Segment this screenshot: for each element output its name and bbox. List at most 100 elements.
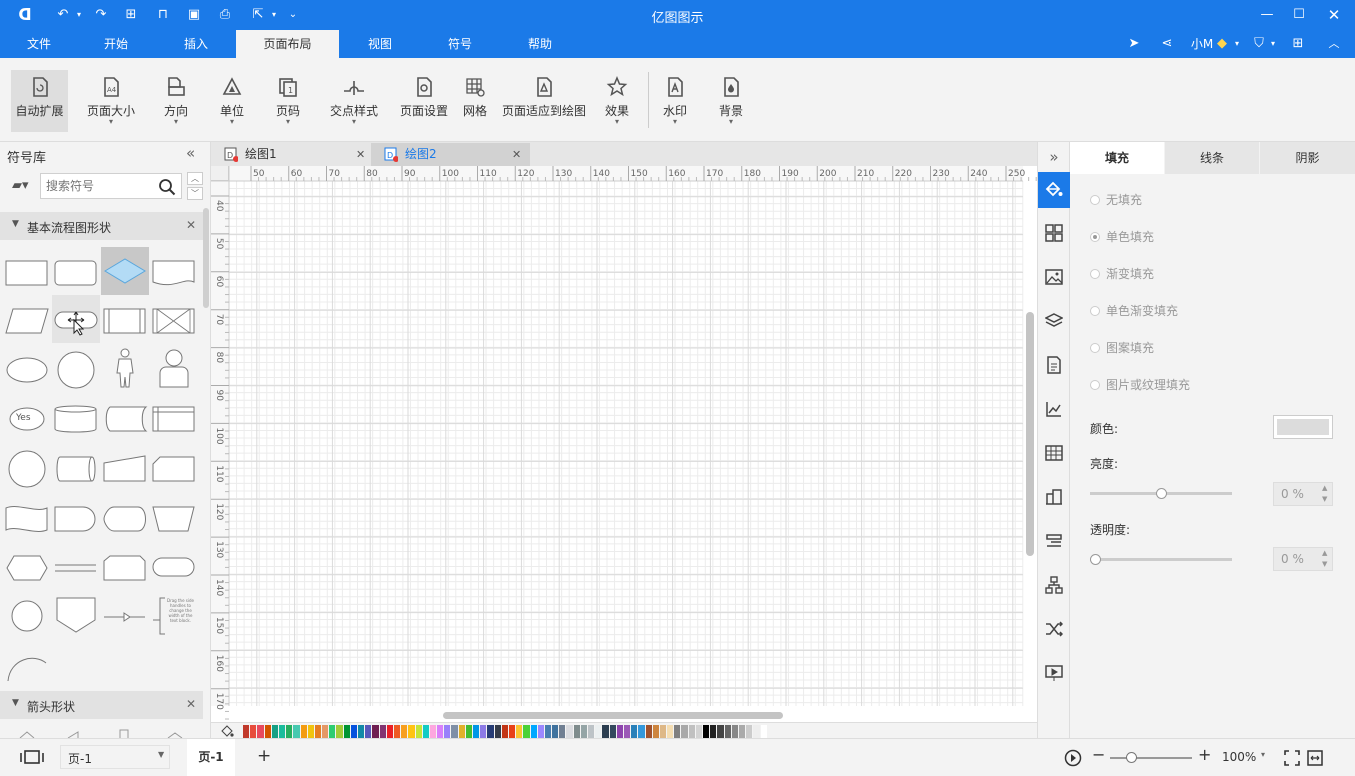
data-panel-button[interactable] bbox=[1038, 479, 1070, 515]
page-size-button[interactable]: A4 页面大小 ▾ bbox=[82, 70, 140, 132]
zoom-in-icon[interactable]: + bbox=[1198, 745, 1211, 764]
manual-input-shape[interactable] bbox=[102, 443, 148, 489]
page-tab[interactable]: 页-1 bbox=[187, 739, 235, 776]
tab-fill[interactable]: 填充 bbox=[1070, 142, 1164, 174]
tab-symbols[interactable]: 符号 bbox=[436, 30, 484, 58]
color-swatch[interactable] bbox=[753, 725, 761, 738]
color-swatch[interactable] bbox=[552, 725, 560, 738]
doc-tab-drawing1[interactable]: D 绘图1 ✕ bbox=[217, 143, 370, 166]
share-icon[interactable]: ⋖ bbox=[1157, 34, 1177, 54]
color-swatch[interactable] bbox=[343, 725, 351, 738]
color-swatch[interactable] bbox=[738, 725, 747, 738]
table-panel-button[interactable] bbox=[1038, 435, 1070, 471]
color-swatch[interactable] bbox=[401, 725, 409, 738]
add-page-icon[interactable]: + bbox=[257, 746, 271, 766]
layers-panel-button[interactable] bbox=[1038, 303, 1070, 339]
color-swatch[interactable] bbox=[271, 725, 279, 738]
color-swatch[interactable] bbox=[393, 725, 402, 738]
color-swatch[interactable] bbox=[372, 725, 380, 738]
presentation-panel-button[interactable] bbox=[1038, 655, 1070, 691]
brightness-slider[interactable] bbox=[1090, 488, 1232, 499]
color-swatch[interactable] bbox=[623, 725, 632, 738]
actor-shape[interactable] bbox=[102, 345, 148, 391]
color-swatch[interactable] bbox=[681, 725, 689, 738]
color-swatch[interactable] bbox=[652, 725, 660, 738]
search-icon[interactable] bbox=[158, 178, 176, 196]
internal-storage-shape[interactable] bbox=[151, 296, 197, 342]
slider-thumb[interactable] bbox=[1156, 488, 1167, 499]
chart-panel-button[interactable] bbox=[1038, 391, 1070, 427]
unit-button[interactable]: 单位 ▾ bbox=[212, 70, 252, 132]
card-header-shape[interactable] bbox=[151, 394, 197, 440]
direct-data-shape[interactable] bbox=[53, 443, 99, 489]
card-shape[interactable] bbox=[151, 443, 197, 489]
page-number-button[interactable]: 1 页码 ▾ bbox=[268, 70, 308, 132]
terminal-shape[interactable] bbox=[151, 541, 197, 587]
image-panel-button[interactable] bbox=[1038, 259, 1070, 295]
shuffle-panel-button[interactable] bbox=[1038, 611, 1070, 647]
close-icon[interactable]: ✕ bbox=[1325, 6, 1343, 24]
color-swatch[interactable] bbox=[379, 725, 387, 738]
transparency-slider[interactable] bbox=[1090, 554, 1232, 565]
send-icon[interactable]: ➤ bbox=[1124, 34, 1144, 54]
color-swatch[interactable] bbox=[731, 725, 739, 738]
auto-expand-button[interactable]: 自动扩展 bbox=[11, 70, 68, 132]
parallel-lines-shape[interactable] bbox=[53, 541, 99, 587]
fit-width-icon[interactable] bbox=[1307, 750, 1323, 766]
color-swatch[interactable] bbox=[322, 725, 330, 738]
zoom-level[interactable]: 100% bbox=[1222, 750, 1256, 764]
page-select[interactable]: 页-1 ▼ bbox=[60, 745, 170, 769]
color-swatch[interactable] bbox=[494, 725, 502, 738]
fill-option-pattern[interactable]: 图案填充 bbox=[1090, 339, 1154, 356]
stepper-down-icon[interactable]: ▼ bbox=[1322, 560, 1327, 568]
color-swatch[interactable] bbox=[487, 725, 495, 738]
grid-button[interactable]: 网格 bbox=[460, 70, 490, 132]
color-swatch[interactable] bbox=[602, 725, 610, 738]
collapse-panel-icon[interactable]: « bbox=[186, 144, 195, 162]
zoom-slider[interactable] bbox=[1110, 752, 1192, 763]
theme-dropdown-icon[interactable]: ▾ bbox=[1268, 34, 1278, 54]
color-swatch[interactable] bbox=[609, 725, 617, 738]
tab-help[interactable]: 帮助 bbox=[516, 30, 564, 58]
color-swatch[interactable] bbox=[717, 725, 725, 738]
page-panel-button[interactable] bbox=[1038, 347, 1070, 383]
color-swatch[interactable] bbox=[329, 725, 337, 738]
document-shape[interactable] bbox=[151, 248, 197, 294]
close-tab-icon[interactable]: ✕ bbox=[356, 143, 365, 166]
vertical-scrollbar[interactable] bbox=[1026, 312, 1034, 556]
section-header-arrow-shapes[interactable]: ▼ 箭头形状 ✕ bbox=[0, 691, 203, 719]
color-swatch[interactable] bbox=[530, 725, 538, 738]
background-button[interactable]: 背景 ▾ bbox=[712, 70, 750, 132]
color-swatch[interactable] bbox=[429, 725, 438, 738]
color-swatch[interactable] bbox=[760, 725, 768, 738]
fill-option-solid[interactable]: 单色填充 bbox=[1090, 228, 1154, 245]
display-shape[interactable] bbox=[102, 492, 148, 538]
rounded-rectangle-shape[interactable] bbox=[53, 248, 99, 294]
color-swatch[interactable] bbox=[286, 725, 294, 738]
arc-shape[interactable] bbox=[4, 639, 50, 685]
color-swatch[interactable] bbox=[638, 725, 646, 738]
color-swatch[interactable] bbox=[314, 725, 323, 738]
color-swatch[interactable] bbox=[264, 725, 272, 738]
large-circle-shape[interactable] bbox=[4, 443, 50, 489]
color-swatch[interactable] bbox=[695, 725, 703, 738]
scroll-down-button[interactable]: ﹀ bbox=[187, 187, 203, 200]
preparation-shape[interactable] bbox=[4, 541, 50, 587]
user-dropdown-icon[interactable]: ▾ bbox=[1232, 34, 1242, 54]
color-swatch[interactable] bbox=[250, 725, 258, 738]
ellipse-shape[interactable] bbox=[4, 345, 50, 391]
theme-shirt-icon[interactable]: ⛉ bbox=[1249, 34, 1269, 54]
user-shape[interactable] bbox=[151, 345, 197, 391]
decision-shape[interactable] bbox=[101, 247, 149, 295]
color-swatch[interactable] bbox=[465, 725, 473, 738]
color-swatch[interactable] bbox=[300, 725, 308, 738]
color-swatch[interactable] bbox=[307, 725, 315, 738]
fill-panel-button[interactable] bbox=[1038, 172, 1070, 208]
yes-decision-shape[interactable]: Yes bbox=[4, 394, 50, 440]
library-scrollbar[interactable] bbox=[203, 208, 209, 308]
search-input[interactable] bbox=[46, 177, 151, 195]
stored-data-shape[interactable] bbox=[102, 394, 148, 440]
fill-option-single-gradient[interactable]: 单色渐变填充 bbox=[1090, 302, 1178, 319]
manual-operation-shape[interactable] bbox=[151, 492, 197, 538]
color-swatch[interactable] bbox=[667, 725, 675, 738]
